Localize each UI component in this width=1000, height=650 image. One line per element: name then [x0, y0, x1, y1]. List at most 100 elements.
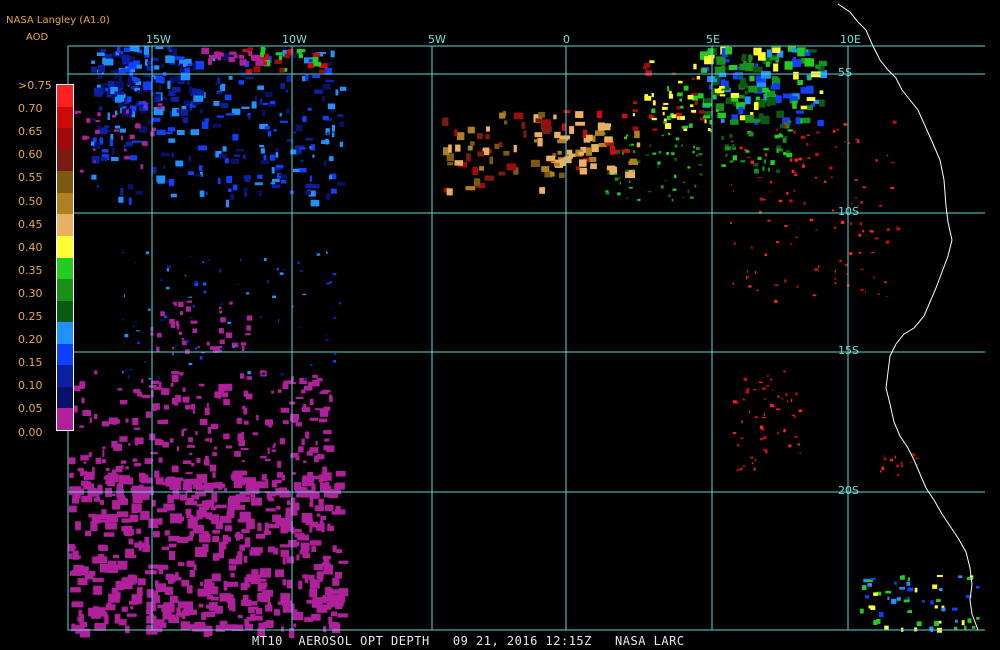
aod-pixel	[293, 131, 296, 134]
aod-pixel	[196, 395, 202, 399]
aod-pixel	[142, 395, 151, 399]
aod-pixel	[740, 467, 743, 470]
aod-pixel	[137, 578, 146, 586]
aod-pixel	[325, 338, 329, 342]
aod-pixel	[614, 172, 617, 175]
aod-pixel	[714, 66, 722, 74]
aod-pixel	[679, 98, 683, 102]
aod-pixel	[92, 577, 104, 583]
aod-pixel	[187, 156, 192, 162]
aod-pixel	[157, 103, 163, 106]
aod-pixel	[181, 429, 185, 437]
aod-pixel	[148, 385, 157, 388]
aod-pixel	[663, 121, 666, 124]
aod-pixel	[817, 265, 820, 268]
aod-pixel	[783, 428, 786, 433]
aod-pixel	[855, 138, 859, 140]
aod-pixel	[208, 515, 217, 521]
aod-pixel	[280, 523, 288, 534]
aod-pixel	[793, 415, 796, 418]
aod-pixel	[899, 575, 905, 580]
aod-pixel	[285, 89, 289, 93]
aod-pixel	[290, 454, 296, 458]
aod-pixel	[161, 388, 170, 395]
aod-pixel	[119, 436, 128, 442]
aod-pixel	[521, 122, 526, 129]
aod-pixel	[125, 418, 129, 423]
aod-pixel	[198, 145, 207, 151]
aod-pixel	[298, 580, 303, 590]
aod-pixel	[232, 184, 238, 191]
aod-pixel	[195, 347, 197, 350]
aod-pixel	[797, 47, 805, 57]
aod-pixel	[789, 199, 793, 203]
aod-pixel	[171, 465, 179, 473]
aod-pixel	[809, 218, 813, 222]
aod-pixel	[448, 144, 452, 153]
aod-pixel	[324, 438, 330, 442]
aod-pixel	[96, 184, 100, 188]
aod-pixel	[777, 395, 780, 398]
aod-pixel	[682, 125, 689, 129]
aod-pixel	[936, 575, 943, 577]
aod-pixel	[819, 90, 824, 94]
aod-pixel	[270, 182, 275, 185]
aod-pixel	[314, 455, 319, 463]
aod-pixel	[318, 498, 324, 506]
aod-pixel	[311, 546, 317, 552]
aod-pixel	[327, 523, 331, 528]
aod-pixel	[796, 110, 804, 114]
aod-pixel	[81, 495, 92, 503]
aod-pixel	[91, 488, 103, 495]
aod-pixel	[330, 50, 335, 58]
aod-pixel	[315, 408, 324, 411]
aod-pixel	[321, 562, 331, 566]
aod-pixel	[181, 580, 190, 587]
aod-pixel	[168, 551, 176, 560]
aod-pixel	[275, 479, 282, 484]
aod-pixel	[188, 296, 193, 298]
aod-pixel	[156, 508, 168, 513]
aod-pixel	[330, 611, 338, 617]
aod-pixel	[288, 48, 294, 54]
aod-pixel	[286, 139, 292, 142]
aod-pixel	[743, 465, 746, 467]
aod-pixel	[921, 600, 925, 603]
aod-pixel	[333, 359, 337, 363]
aod-pixel	[324, 482, 330, 487]
aod-pixel	[758, 381, 763, 384]
aod-pixel	[637, 198, 641, 201]
aod-pixel	[766, 385, 770, 387]
aod-pixel	[127, 76, 132, 85]
aod-pixel	[119, 399, 128, 405]
aod-pixel	[189, 531, 194, 537]
aod-pixel	[733, 400, 737, 404]
aod-pixel	[839, 259, 843, 263]
aod-pixel	[215, 504, 227, 509]
aod-pixel	[477, 151, 485, 157]
aod-pixel	[504, 120, 508, 125]
aod-pixel	[309, 398, 314, 405]
aod-pixel	[185, 508, 190, 515]
aod-pixel	[885, 295, 888, 297]
aod-pixel	[774, 284, 779, 286]
aod-pixel	[796, 285, 799, 288]
aod-pixel	[213, 446, 217, 450]
aod-pixel	[144, 105, 148, 109]
aod-pixel	[298, 53, 303, 59]
aod-pixel	[753, 119, 761, 123]
aod-pixel	[118, 493, 123, 497]
aod-pixel	[776, 148, 779, 153]
aod-pixel	[248, 50, 253, 56]
aod-pixel	[696, 147, 700, 150]
aod-pixel	[122, 318, 125, 321]
aod-pixel	[134, 437, 144, 445]
aod-pixel	[750, 160, 754, 164]
aod-pixel	[494, 143, 500, 149]
legend-swatch	[57, 408, 73, 430]
aod-pixel	[326, 490, 335, 498]
aod-pixel	[566, 149, 573, 155]
aod-pixel	[196, 457, 201, 463]
aod-pixel	[316, 513, 321, 517]
aod-pixel	[113, 443, 122, 451]
